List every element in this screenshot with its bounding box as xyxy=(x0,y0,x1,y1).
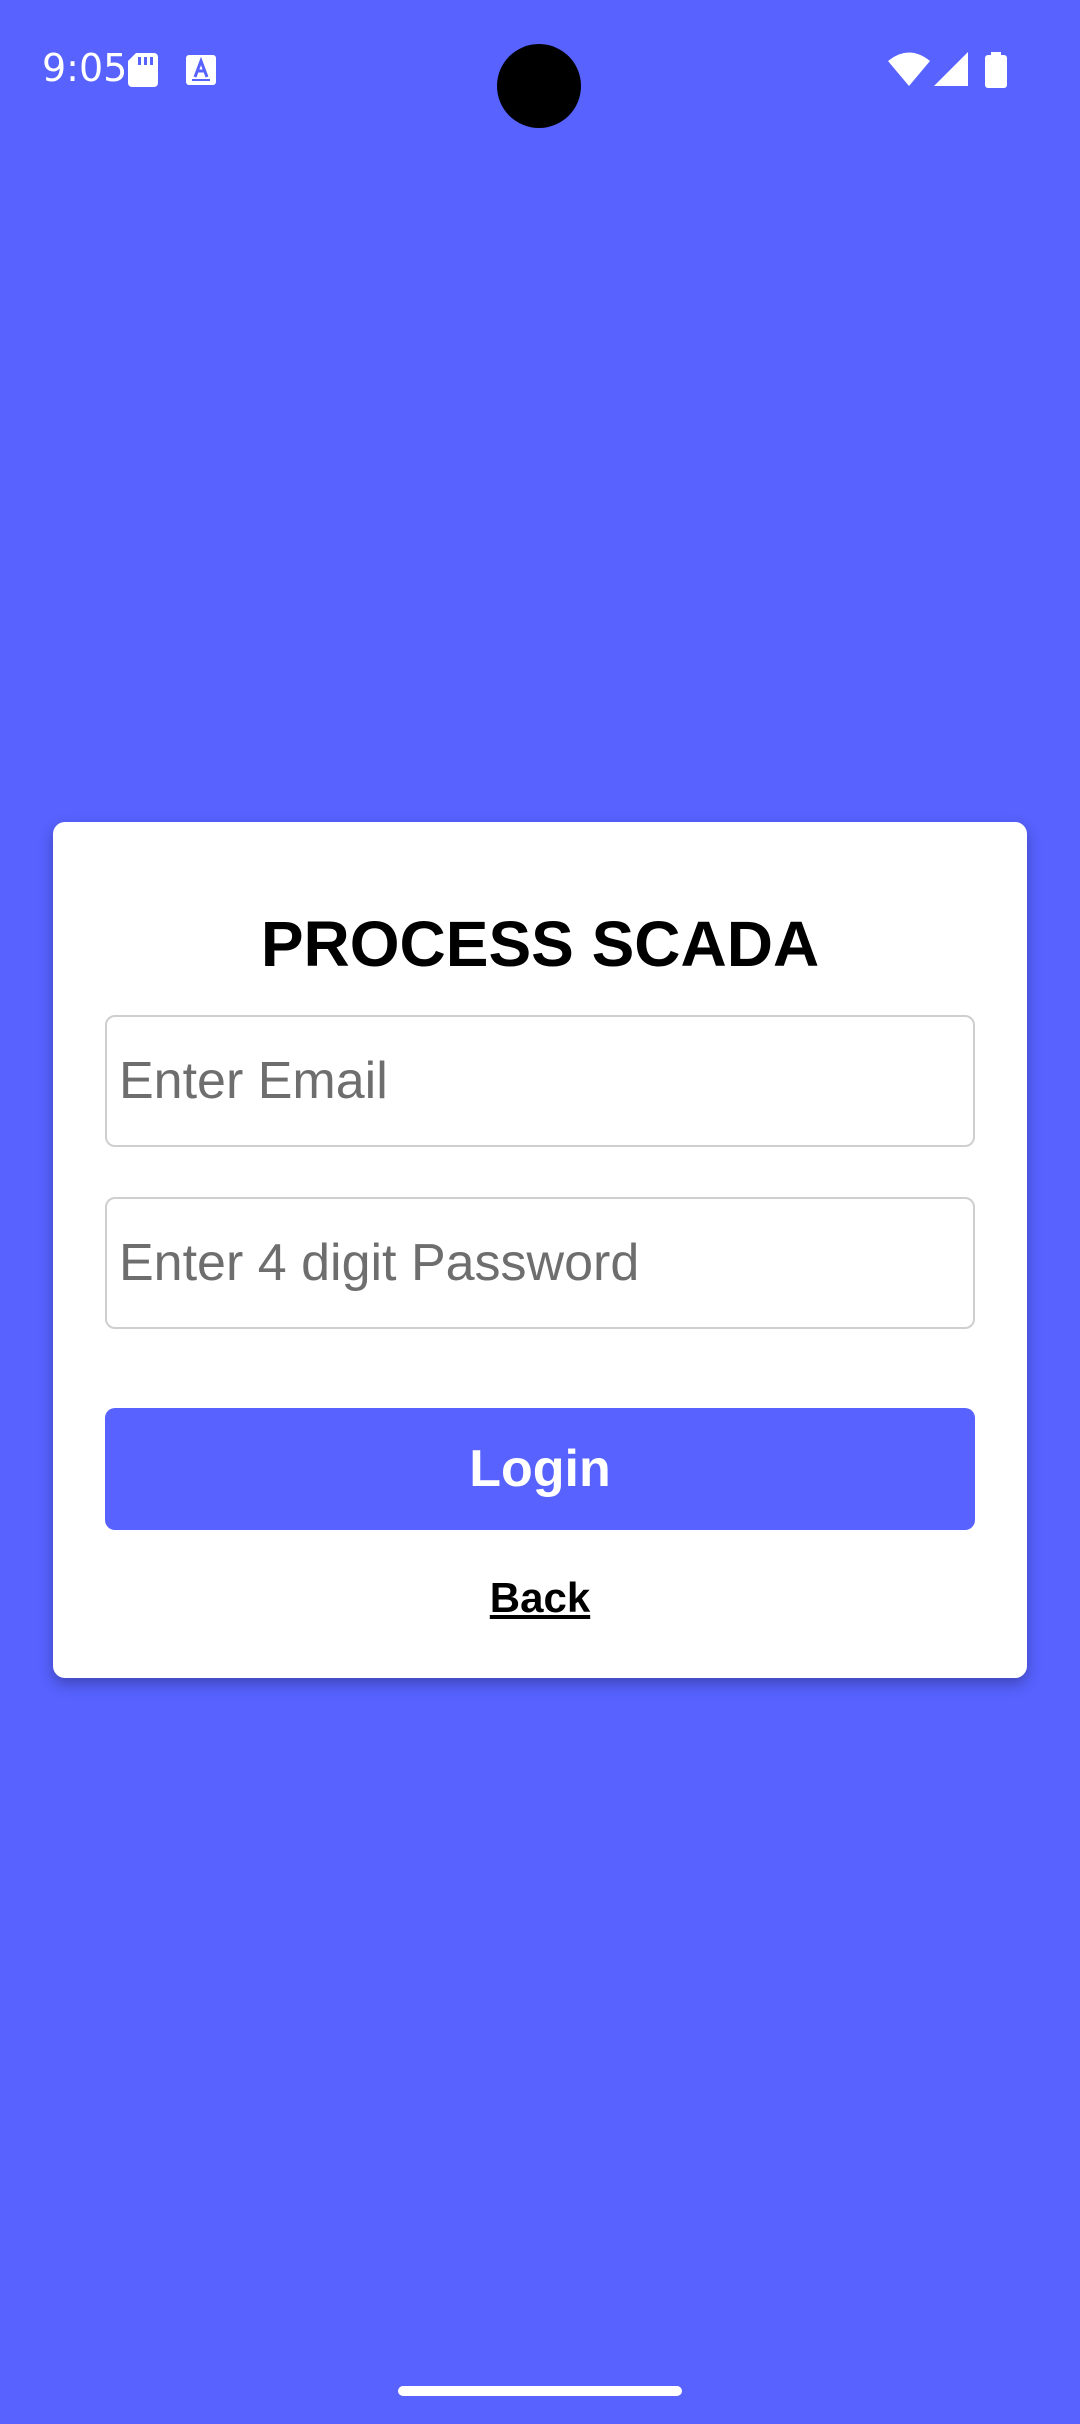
app-title: PROCESS SCADA xyxy=(260,908,820,980)
text-a-icon xyxy=(186,55,216,85)
login-button[interactable]: Login xyxy=(105,1408,975,1530)
status-bar: 9:05 xyxy=(0,0,1080,140)
password-field-container xyxy=(105,1197,975,1329)
email-field-container xyxy=(105,1015,975,1147)
front-camera xyxy=(497,44,581,128)
password-field[interactable] xyxy=(107,1199,973,1327)
wifi-icon xyxy=(888,52,930,86)
back-link[interactable]: Back xyxy=(53,1572,1027,1624)
email-field[interactable] xyxy=(107,1017,973,1145)
status-time: 9:05 xyxy=(42,46,128,90)
login-card: PROCESS SCADA Login Back xyxy=(53,822,1027,1678)
cellular-signal-icon xyxy=(934,52,968,86)
sd-card-icon xyxy=(128,53,158,87)
home-indicator[interactable] xyxy=(398,2386,682,2396)
battery-icon xyxy=(985,52,1007,88)
